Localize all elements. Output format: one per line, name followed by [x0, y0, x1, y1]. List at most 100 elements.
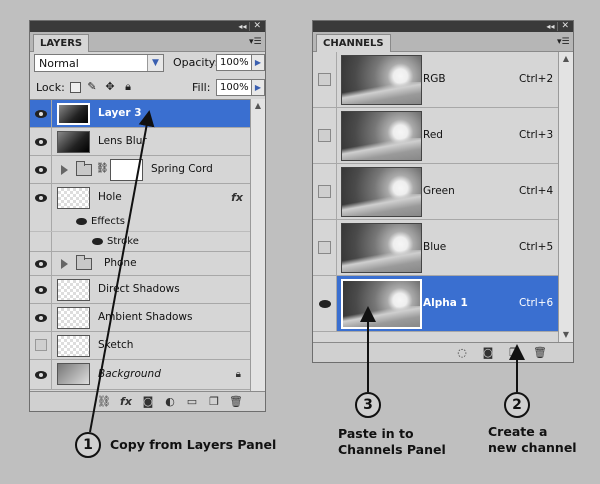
trash-icon[interactable]: 🗑︎ — [229, 395, 243, 409]
layer-row-spring-cord[interactable]: ⛓ Spring Cord — [30, 156, 251, 184]
padlock-icon[interactable]: 🔒︎ — [121, 80, 135, 94]
visibility-toggle[interactable] — [313, 108, 337, 163]
layer-row-phone[interactable]: Phone — [30, 252, 251, 276]
scroll-up-icon[interactable]: ▲ — [559, 52, 573, 66]
layer-row-layer-3[interactable]: Layer 3 — [30, 100, 251, 128]
layer-name: Phone — [104, 256, 137, 269]
blend-mode-select[interactable]: Normal ▼ — [34, 54, 164, 72]
visibility-box — [318, 73, 331, 86]
channel-row-red[interactable]: Red Ctrl+3 — [313, 108, 559, 164]
channel-row-green[interactable]: Green Ctrl+4 — [313, 164, 559, 220]
visibility-toggle[interactable] — [313, 220, 337, 275]
brush-icon[interactable]: ✎ — [85, 80, 99, 94]
expand-triangle-icon[interactable] — [61, 164, 68, 175]
channels-scrollbar[interactable]: ▲ ▼ — [558, 52, 573, 342]
eye-toggle[interactable] — [30, 128, 52, 155]
channel-row-blue[interactable]: Blue Ctrl+5 — [313, 220, 559, 276]
layer-name: Ambient Shadows — [98, 310, 193, 323]
collapse-icon[interactable]: ◂◂ — [238, 22, 246, 31]
channels-bottom-toolbar: ◌ ◙ ❐ 🗑︎ — [313, 342, 573, 362]
channels-tabstrip: CHANNELS ▾☰ — [313, 32, 573, 52]
fill-field[interactable]: 100% — [216, 79, 252, 96]
scroll-up-icon[interactable]: ▲ — [251, 99, 265, 113]
move-icon[interactable]: ✥ — [103, 80, 117, 94]
step-2-callout: 2 — [504, 392, 530, 418]
layer-name: Layer 3 — [98, 106, 142, 119]
fill-label: Fill: — [192, 81, 211, 94]
layer-name: Direct Shadows — [98, 282, 180, 295]
folder-icon — [76, 254, 92, 270]
layer-row-sketch[interactable]: Sketch — [30, 332, 251, 360]
layer-row-ambient-shadows[interactable]: Ambient Shadows — [30, 304, 251, 332]
tab-layers[interactable]: LAYERS — [33, 34, 90, 52]
step-3-callout: 3 — [355, 392, 381, 418]
step-3-line-1: Paste in to — [338, 426, 414, 441]
opacity-field[interactable]: 100% — [216, 54, 252, 71]
layer-name: Lens Blur — [98, 134, 147, 147]
tab-channels[interactable]: CHANNELS — [316, 34, 391, 52]
eye-toggle[interactable] — [30, 276, 52, 303]
layer-row-lens-blur[interactable]: Lens Blur — [30, 128, 251, 156]
chevron-down-icon[interactable]: ▼ — [147, 55, 163, 71]
layer-row-background[interactable]: Background 🔒︎ — [30, 360, 251, 390]
trash-icon[interactable]: 🗑︎ — [533, 346, 547, 360]
channel-row-rgb[interactable]: RGB Ctrl+2 — [313, 52, 559, 108]
new-channel-icon[interactable]: ❐ — [507, 346, 521, 360]
channel-row-alpha-1[interactable]: Alpha 1 Ctrl+6 — [313, 276, 559, 332]
blend-opacity-row: Normal ▼ Opacity: 100% ▶ — [34, 54, 265, 74]
eye-toggle[interactable] — [30, 156, 52, 183]
stroke-label: Stroke — [92, 236, 139, 247]
opacity-slider-button[interactable]: ▶ — [251, 54, 265, 71]
effects-row[interactable]: Effects — [30, 212, 251, 232]
link-icon[interactable]: ⛓ — [96, 163, 109, 174]
layer-row-hole[interactable]: Hole fx — [30, 184, 251, 212]
eye-toggle[interactable] — [30, 360, 52, 389]
eye-icon[interactable] — [76, 217, 87, 225]
channel-name: RGB — [423, 73, 446, 85]
layers-scrollbar[interactable]: ▲ ▼ — [250, 99, 265, 403]
eye-toggle[interactable] — [30, 304, 52, 331]
fx-icon[interactable]: fx — [119, 395, 133, 409]
visibility-toggle[interactable] — [313, 164, 337, 219]
dotted-circle-icon[interactable]: ◌ — [455, 346, 469, 360]
adjustment-icon[interactable]: ◐ — [163, 395, 177, 409]
link-icon[interactable]: ⛓ — [97, 395, 111, 409]
layer-thumbnail — [57, 131, 90, 153]
eye-icon — [35, 137, 47, 146]
scroll-down-icon[interactable]: ▼ — [559, 328, 573, 342]
eye-toggle[interactable] — [30, 184, 52, 212]
checkerboard-lock-icon[interactable] — [70, 82, 81, 93]
eye-toggle[interactable] — [30, 100, 52, 127]
eye-toggle[interactable] — [30, 252, 52, 275]
expand-triangle-icon[interactable] — [61, 258, 68, 269]
mask-icon[interactable]: ◙ — [481, 346, 495, 360]
stroke-effect-row[interactable]: Stroke — [30, 232, 251, 252]
eye-icon — [35, 165, 47, 174]
layer-name: Background — [98, 367, 161, 380]
eye-icon — [35, 370, 47, 379]
close-icon[interactable]: ✕ — [249, 22, 262, 31]
new-layer-icon[interactable]: ❐ — [207, 395, 221, 409]
channel-shortcut: Ctrl+2 — [519, 73, 554, 85]
fx-icon[interactable]: fx — [231, 191, 243, 204]
channel-thumbnail — [341, 55, 422, 105]
visibility-toggle[interactable] — [313, 52, 337, 107]
lock-fill-row: Lock: ✎ ✥ 🔒︎ Fill: 100% ▶ — [34, 79, 265, 99]
fill-slider-button[interactable]: ▶ — [251, 79, 265, 96]
visibility-box — [318, 185, 331, 198]
eye-icon — [35, 285, 47, 294]
visibility-toggle[interactable] — [313, 276, 337, 331]
close-icon[interactable]: ✕ — [557, 22, 570, 31]
collapse-icon[interactable]: ◂◂ — [546, 22, 554, 31]
eye-icon — [35, 194, 47, 202]
eye-icon[interactable] — [92, 237, 103, 245]
mask-icon[interactable]: ◙ — [141, 395, 155, 409]
layer-row-direct-shadows[interactable]: Direct Shadows — [30, 276, 251, 304]
eye-toggle[interactable] — [30, 332, 52, 359]
channel-name: Alpha 1 — [423, 297, 468, 309]
layer-thumbnail — [57, 307, 90, 329]
menu-lines-icon[interactable]: ▾☰ — [249, 38, 262, 47]
folder-icon[interactable]: ▭ — [185, 395, 199, 409]
menu-lines-icon[interactable]: ▾☰ — [557, 38, 570, 47]
layers-tabstrip: LAYERS ▾☰ — [30, 32, 265, 52]
